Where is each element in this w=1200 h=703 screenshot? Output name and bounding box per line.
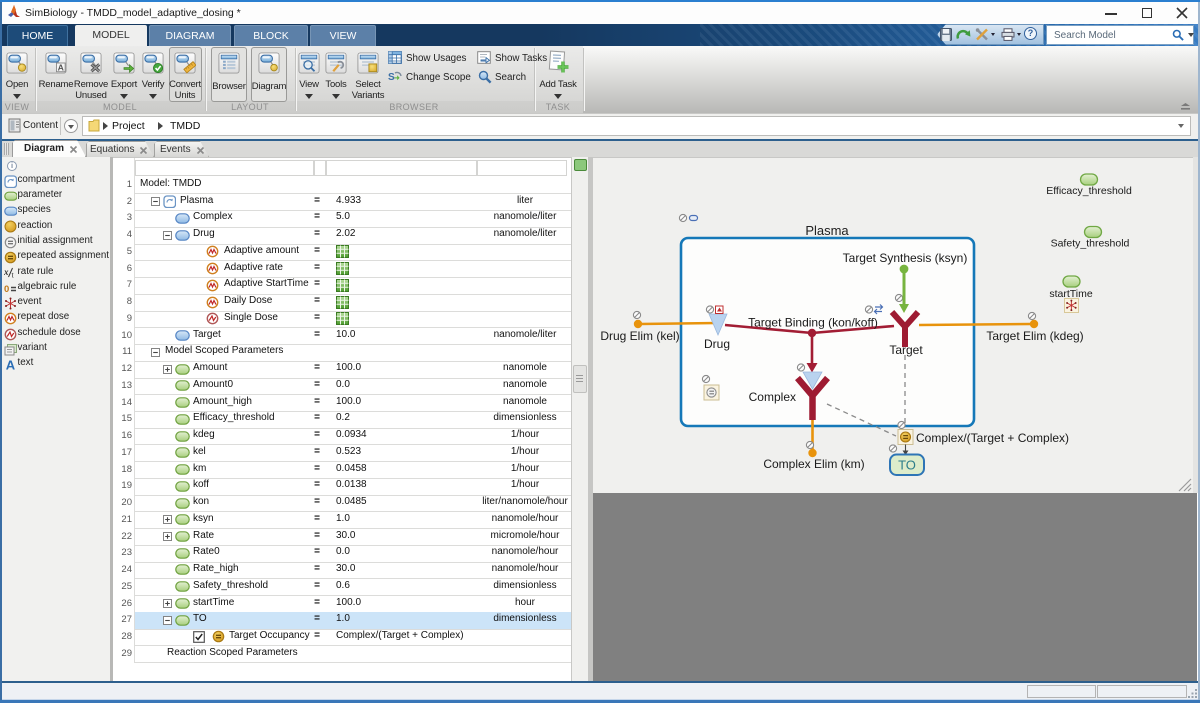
svg-text:Complex/(Target + Complex): Complex/(Target + Complex) bbox=[916, 431, 1069, 445]
svg-text:Plasma: Plasma bbox=[805, 223, 849, 238]
svg-text:Drug: Drug bbox=[704, 337, 730, 351]
svg-text:x: x bbox=[4, 267, 9, 277]
svg-text:Target: Target bbox=[889, 343, 923, 357]
svg-text:t: t bbox=[12, 271, 15, 280]
svg-text:Target Synthesis (ksyn): Target Synthesis (ksyn) bbox=[843, 251, 968, 265]
svg-text:Complex Elim (km): Complex Elim (km) bbox=[763, 457, 864, 471]
svg-text:TO: TO bbox=[898, 458, 916, 473]
svg-text:S: S bbox=[388, 72, 395, 83]
svg-text:Complex: Complex bbox=[749, 390, 796, 404]
svg-text:A: A bbox=[6, 358, 16, 371]
svg-text:Target Binding (kon/koff): Target Binding (kon/koff) bbox=[748, 316, 878, 330]
svg-text:A: A bbox=[58, 63, 65, 73]
svg-text:Efficacy_threshold: Efficacy_threshold bbox=[1046, 185, 1132, 197]
svg-text:Target Elim (kdeg): Target Elim (kdeg) bbox=[986, 329, 1083, 343]
svg-text:0: 0 bbox=[4, 284, 9, 295]
svg-text:Safety_threshold: Safety_threshold bbox=[1051, 238, 1130, 250]
svg-text:Drug Elim (kel): Drug Elim (kel) bbox=[600, 329, 679, 343]
